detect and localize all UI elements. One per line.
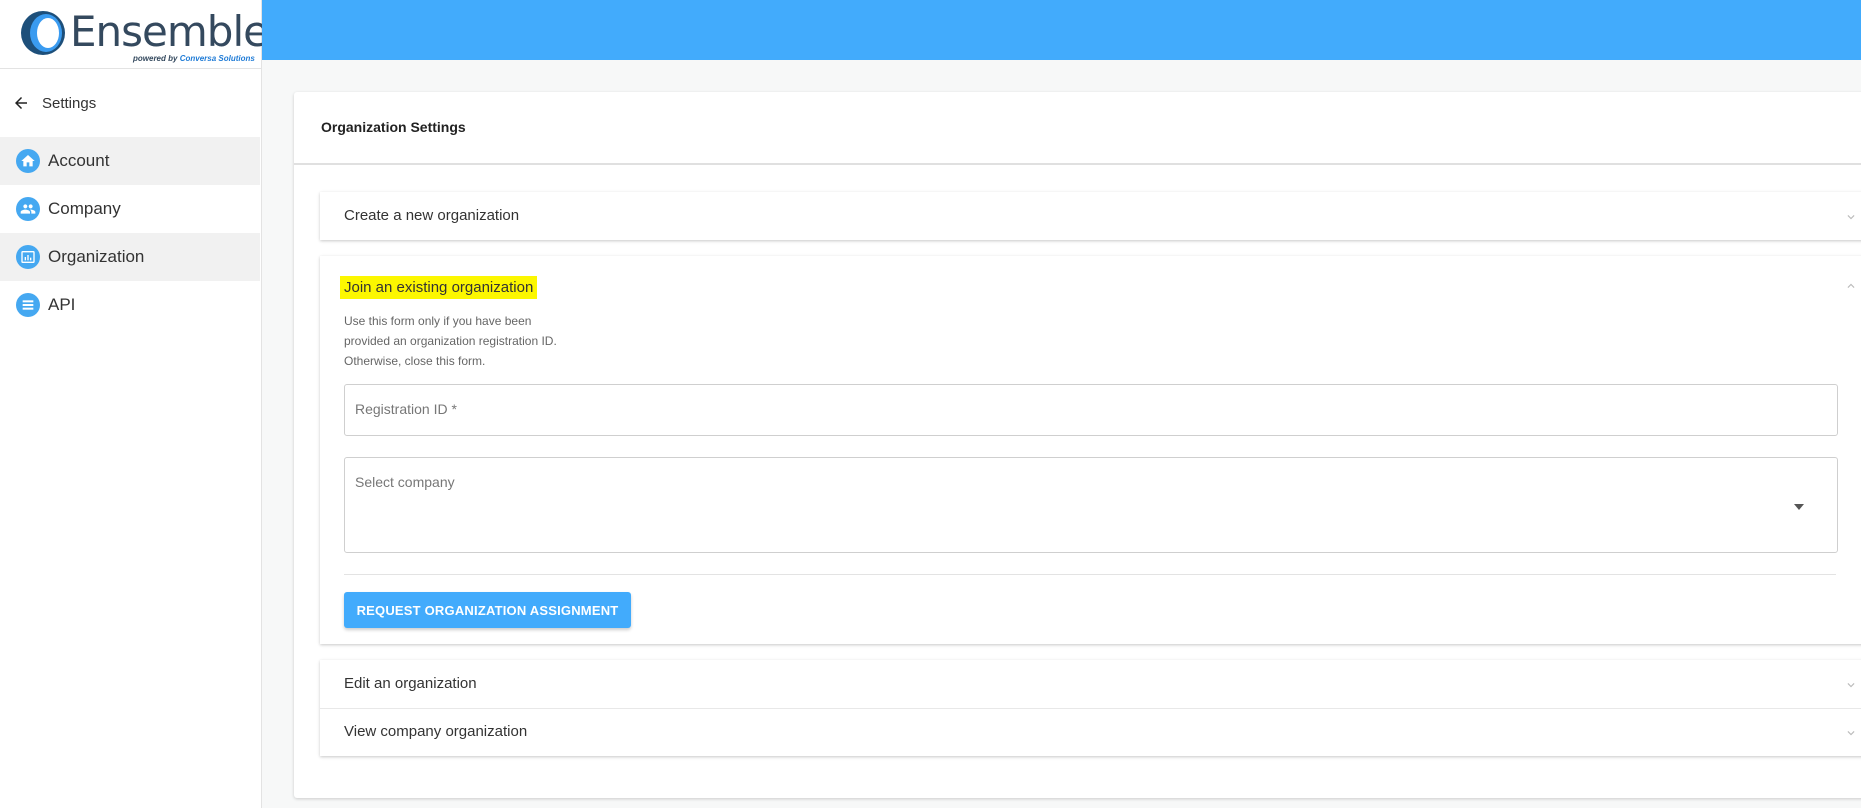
tagline-brand: Conversa Solutions [179, 54, 255, 63]
people-icon [16, 197, 40, 221]
ensemble-logo-ring-icon [21, 11, 65, 55]
back-label: Settings [42, 94, 97, 112]
panel-title-join[interactable]: Join an existing organization [340, 276, 538, 299]
panel-title: View company organization [344, 723, 528, 740]
sidebar-item-company[interactable]: Company [0, 185, 260, 233]
highlighted-title: Join an existing organization [340, 276, 538, 299]
panel-join-organization: Join an existing organization Use this f… [320, 256, 1861, 644]
help-text: Use this form only if you have been prov… [344, 311, 557, 371]
chevron-down-icon [1847, 683, 1855, 688]
select-company-label: Select company [355, 474, 455, 490]
list-icon [16, 293, 40, 317]
sidebar-item-label: API [48, 295, 76, 314]
tagline-prefix: powered by [133, 54, 178, 63]
sidebar-item-label: Company [48, 199, 121, 218]
sidebar-item-label: Account [48, 151, 110, 170]
panel-group-bottom: Edit an organization View company organi… [320, 660, 1861, 756]
sidebar-item-api[interactable]: API [0, 281, 260, 329]
sidebar-item-label: Organization [48, 247, 145, 266]
page-title: Organization Settings [321, 119, 466, 135]
divider [294, 163, 1861, 165]
panel-view-company-organization[interactable]: View company organization [320, 708, 1861, 756]
registration-id-field[interactable]: Registration ID * [344, 384, 1838, 436]
help-line: Otherwise, close this form. [344, 354, 486, 368]
arrow-left-icon [15, 97, 27, 109]
panel-title: Create a new organization [344, 207, 520, 224]
sidebar: Ensemble powered by Conversa Solutions S… [0, 0, 269, 808]
panel-edit-organization[interactable]: Edit an organization [320, 660, 1861, 708]
brand-name: Ensemble [70, 7, 269, 56]
chevron-down-icon [1847, 731, 1855, 736]
help-line: Use this form only if you have been [344, 314, 532, 328]
panel-title: Edit an organization [344, 675, 477, 692]
logo: Ensemble powered by Conversa Solutions [0, 0, 269, 69]
divider [344, 574, 1836, 575]
back-to-settings[interactable]: Settings [0, 86, 260, 120]
home-icon [16, 149, 40, 173]
select-company-dropdown[interactable]: Select company [344, 457, 1838, 553]
registration-id-label: Registration ID * [355, 401, 457, 417]
organization-settings-card: Organization Settings Create a new organ… [294, 92, 1861, 798]
chevron-up-icon[interactable] [1844, 279, 1858, 293]
sidebar-nav: Account Company Organization API [0, 137, 260, 329]
panel-create-organization[interactable]: Create a new organization [320, 192, 1861, 240]
sidebar-item-organization[interactable]: Organization [0, 233, 260, 281]
org-chart-icon [16, 245, 40, 269]
request-organization-assignment-button[interactable]: REQUEST ORGANIZATION ASSIGNMENT [344, 592, 631, 628]
help-line: provided an organization registration ID… [344, 334, 557, 348]
top-bar [262, 0, 1861, 60]
chevron-down-icon [1847, 215, 1855, 220]
sidebar-item-account[interactable]: Account [0, 137, 260, 185]
dropdown-arrow-icon [1794, 504, 1804, 510]
brand-tagline: powered by Conversa Solutions [133, 54, 255, 63]
